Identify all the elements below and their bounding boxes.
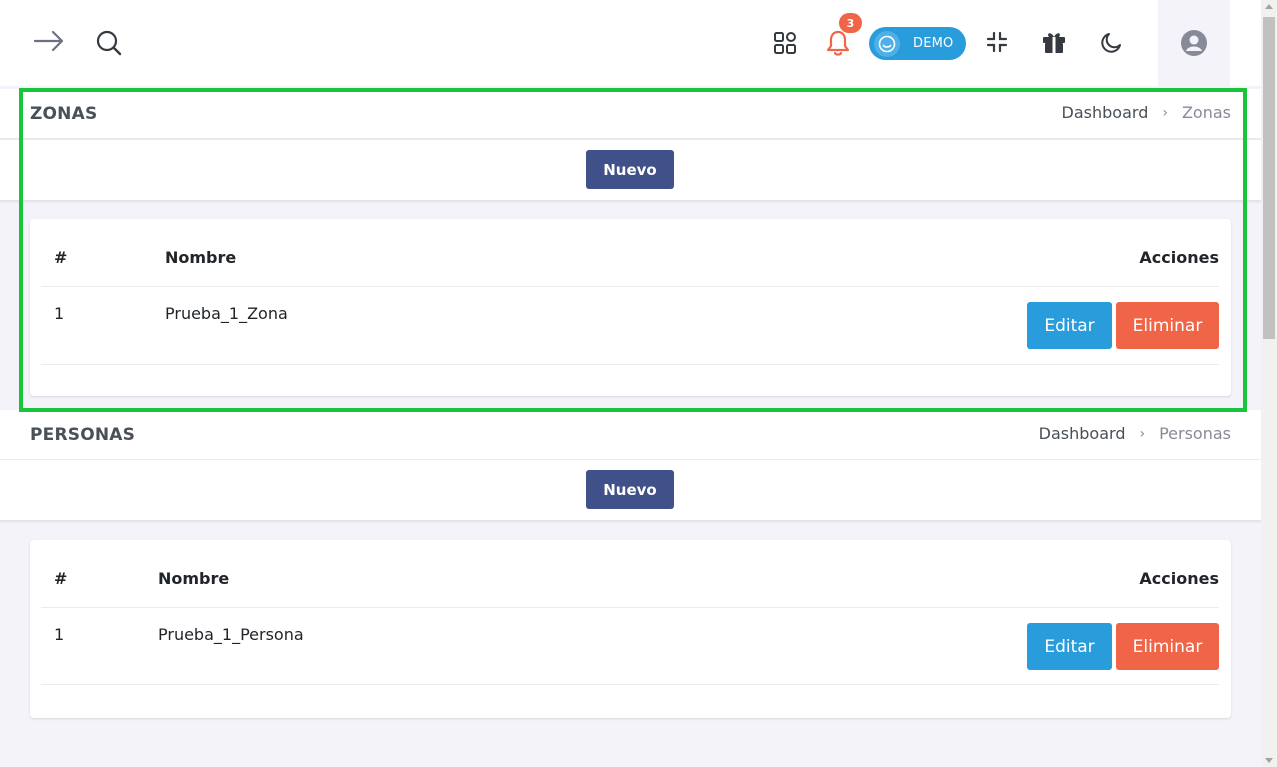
col-header-index: # [54,569,68,588]
gift-icon[interactable] [1041,29,1067,55]
scroll-down-icon[interactable] [1265,758,1273,763]
row-divider [41,607,1219,608]
col-header-name[interactable]: Nombre [165,248,236,267]
breadcrumb: Dashboard › Zonas [1062,103,1231,122]
breadcrumb-current: Personas [1159,424,1231,443]
row-divider [41,684,1219,685]
page-title: ZONAS [30,104,98,124]
edit-button[interactable]: Editar [1027,302,1112,349]
cell-name: Prueba_1_Persona [158,625,304,644]
cell-index: 1 [54,304,65,323]
scrollbar-thumb[interactable] [1263,17,1275,339]
delete-button[interactable]: Eliminar [1116,302,1219,349]
zonas-table: # Nombre Acciones 1 Prueba_1_Zona Editar… [41,219,1219,396]
cell-index: 1 [54,625,65,644]
moon-icon[interactable] [1099,29,1125,55]
user-menu[interactable] [1158,0,1230,86]
scroll-up-icon[interactable] [1265,4,1273,9]
apps-grid-icon[interactable] [772,30,798,56]
new-zona-button[interactable]: Nuevo [586,150,674,189]
topbar: 3 DEMO [0,0,1261,86]
edit-button[interactable]: Editar [1027,623,1112,670]
arrow-right-icon[interactable] [32,26,66,56]
cell-name: Prueba_1_Zona [165,304,288,323]
zonas-title-bar: ZONAS Dashboard › Zonas [0,89,1261,139]
demo-mode-toggle[interactable]: DEMO [869,27,966,60]
personas-table-card: # Nombre Acciones 1 Prueba_1_Persona Edi… [30,540,1231,718]
breadcrumb: Dashboard › Personas [1039,424,1231,443]
row-divider [41,364,1219,365]
zonas-action-bar: Nuevo [0,140,1261,200]
demo-label: DEMO [913,36,954,51]
chevron-right-icon: › [1162,104,1168,121]
row-divider [41,286,1219,287]
breadcrumb-dashboard[interactable]: Dashboard [1062,103,1149,122]
breadcrumb-current: Zonas [1181,103,1231,122]
user-circle-icon [1180,29,1208,57]
breadcrumb-dashboard[interactable]: Dashboard [1039,424,1126,443]
notification-badge: 3 [839,13,862,33]
search-icon[interactable] [94,28,124,58]
page-scrollbar[interactable] [1261,0,1277,767]
fullscreen-exit-icon[interactable] [985,30,1009,54]
new-persona-button[interactable]: Nuevo [586,470,674,509]
personas-title-bar: PERSONAS Dashboard › Personas [0,410,1261,460]
zonas-table-card: # Nombre Acciones 1 Prueba_1_Zona Editar… [30,219,1231,396]
page-title: PERSONAS [30,425,136,445]
personas-action-bar: Nuevo [0,460,1261,520]
chevron-right-icon: › [1139,425,1146,442]
col-header-actions: Acciones [1139,569,1219,588]
col-header-actions: Acciones [1139,248,1219,267]
col-header-name[interactable]: Nombre [158,569,229,588]
personas-table: # Nombre Acciones 1 Prueba_1_Persona Edi… [41,540,1219,718]
col-header-index: # [54,248,68,267]
smile-icon [874,30,900,57]
delete-button[interactable]: Eliminar [1116,623,1219,670]
